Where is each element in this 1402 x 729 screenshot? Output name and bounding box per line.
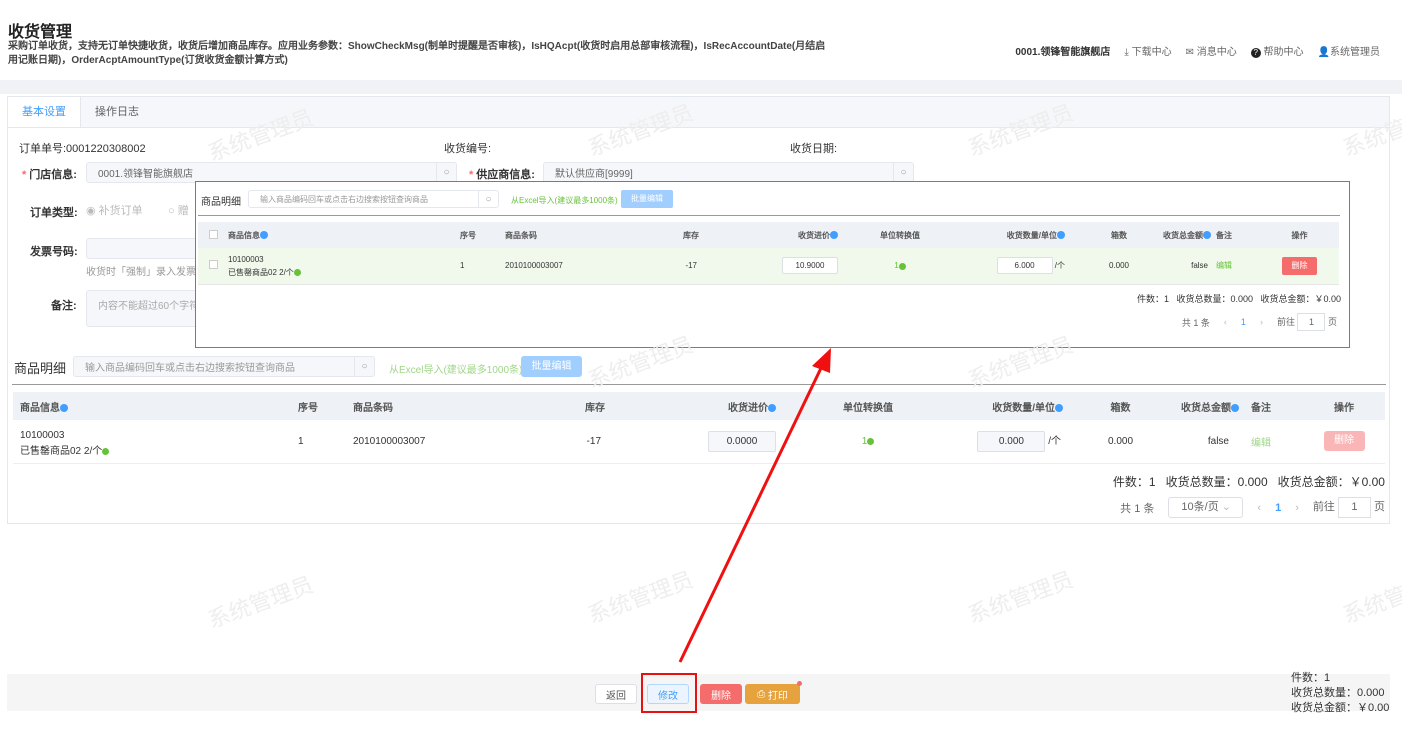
annotation-arrow	[678, 348, 831, 663]
